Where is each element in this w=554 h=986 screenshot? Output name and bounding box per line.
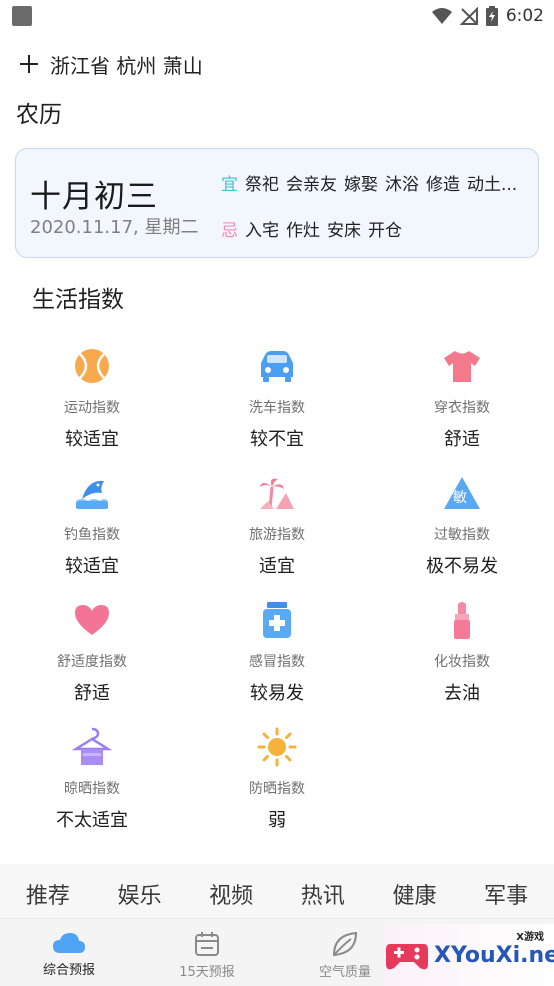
watermark-brand: XYouXi.net bbox=[434, 942, 554, 968]
nav-label: 空气质量 bbox=[318, 965, 371, 980]
nav-item-15day[interactable]: 15天预报 bbox=[138, 919, 276, 986]
no-signal-icon bbox=[459, 7, 478, 25]
life-index-name: 洗车指数 bbox=[249, 400, 305, 416]
allergy-icon-text: 敏 bbox=[453, 490, 467, 506]
add-city-icon[interactable] bbox=[18, 53, 40, 75]
life-index-name: 舒适度指数 bbox=[57, 654, 127, 670]
nav-label: 15天预报 bbox=[179, 965, 235, 980]
yi-item: 动土... bbox=[467, 175, 518, 195]
yi-item: 沐浴 bbox=[385, 175, 419, 195]
wifi-icon bbox=[431, 8, 452, 24]
location-label: 浙江省 杭州 萧山 bbox=[50, 53, 203, 78]
life-index-value: 舒适 bbox=[444, 429, 480, 450]
medicine-bottle-icon bbox=[257, 600, 297, 640]
life-index-title: 生活指数 bbox=[32, 287, 124, 313]
calendar-icon bbox=[195, 932, 219, 956]
life-index-dressing[interactable]: 穿衣指数 舒适 bbox=[370, 346, 554, 451]
life-index-value: 去油 bbox=[444, 683, 480, 704]
news-tab-bar: 推荐 娱乐 视频 热讯 健康 军事 bbox=[0, 864, 554, 924]
life-index-sport[interactable]: 运动指数 较适宜 bbox=[0, 346, 184, 451]
life-index-value: 弱 bbox=[268, 810, 286, 831]
life-index-value: 适宜 bbox=[259, 556, 295, 577]
news-tab[interactable]: 军事 bbox=[462, 878, 550, 910]
life-index-allergy[interactable]: 敏 过敏指数 极不易发 bbox=[370, 473, 554, 578]
palm-tree-icon bbox=[257, 473, 297, 513]
watermark: XYouXi.net X游戏 bbox=[384, 924, 554, 986]
yi-tag: 宜 bbox=[221, 175, 238, 195]
life-index-makeup[interactable]: 化妆指数 去油 bbox=[370, 600, 554, 705]
heart-icon bbox=[72, 600, 112, 640]
yi-item: 会亲友 bbox=[286, 175, 337, 195]
life-index-carwash[interactable]: 洗车指数 较不宜 bbox=[185, 346, 369, 451]
life-index-name: 感冒指数 bbox=[249, 654, 305, 670]
status-time: 6:02 bbox=[505, 6, 544, 26]
ji-item: 入宅 bbox=[245, 221, 279, 241]
yi-row: 宜 祭祀 会亲友 嫁娶 沐浴 修造 动土... bbox=[221, 170, 531, 195]
life-index-value: 较易发 bbox=[250, 683, 304, 704]
life-index-value: 较适宜 bbox=[65, 556, 119, 577]
cloud-icon bbox=[53, 933, 85, 953]
life-index-name: 运动指数 bbox=[64, 400, 120, 416]
yi-item: 修造 bbox=[426, 175, 460, 195]
tshirt-icon bbox=[442, 346, 482, 386]
news-tab[interactable]: 视频 bbox=[187, 878, 275, 910]
life-index-value: 较不宜 bbox=[250, 429, 304, 450]
life-index-comfort[interactable]: 舒适度指数 舒适 bbox=[0, 600, 184, 705]
life-index-name: 防晒指数 bbox=[249, 781, 305, 797]
clothes-hanger-icon bbox=[72, 727, 112, 767]
allergy-icon: 敏 bbox=[442, 473, 482, 513]
life-index-name: 过敏指数 bbox=[434, 527, 490, 543]
life-index-name: 旅游指数 bbox=[249, 527, 305, 543]
ji-item: 安床 bbox=[327, 221, 361, 241]
life-index-cold[interactable]: 感冒指数 较易发 bbox=[185, 600, 369, 705]
almanac-card[interactable]: 十月初三 2020.11.17, 星期二 宜 祭祀 会亲友 嫁娶 沐浴 修造 动… bbox=[15, 148, 539, 258]
news-tab[interactable]: 健康 bbox=[370, 878, 458, 910]
lipstick-icon bbox=[442, 600, 482, 640]
fish-icon bbox=[72, 473, 112, 513]
news-tab[interactable]: 热讯 bbox=[279, 878, 367, 910]
yi-item: 嫁娶 bbox=[344, 175, 378, 195]
life-index-value: 不太适宜 bbox=[56, 810, 128, 831]
life-index-value: 极不易发 bbox=[426, 556, 498, 577]
nav-label: 综合预报 bbox=[42, 963, 95, 978]
life-index-drying[interactable]: 晾晒指数 不太适宜 bbox=[0, 727, 184, 832]
ji-item: 开仓 bbox=[368, 221, 402, 241]
sun-icon bbox=[257, 727, 297, 767]
solar-date: 2020.11.17, 星期二 bbox=[30, 217, 199, 238]
location-row[interactable]: 浙江省 杭州 萧山 bbox=[0, 32, 554, 96]
news-tab[interactable]: 推荐 bbox=[4, 878, 92, 910]
life-index-sunscreen[interactable]: 防晒指数 弱 bbox=[185, 727, 369, 832]
car-icon bbox=[257, 346, 297, 386]
tennis-ball-icon bbox=[72, 346, 112, 386]
yi-item: 祭祀 bbox=[245, 175, 279, 195]
ji-row: 忌 入宅 作灶 安床 开仓 bbox=[221, 216, 402, 241]
ji-tag: 忌 bbox=[221, 221, 238, 241]
life-index-name: 化妆指数 bbox=[434, 654, 490, 670]
lunar-date: 十月初三 bbox=[30, 179, 158, 215]
life-index-value: 较适宜 bbox=[65, 429, 119, 450]
nav-item-overview[interactable]: 综合预报 bbox=[0, 919, 138, 986]
life-index-fishing[interactable]: 钓鱼指数 较适宜 bbox=[0, 473, 184, 578]
leaf-icon bbox=[332, 931, 358, 957]
life-index-name: 穿衣指数 bbox=[434, 400, 490, 416]
status-bar: 6:02 bbox=[0, 0, 554, 32]
life-index-name: 钓鱼指数 bbox=[64, 527, 120, 543]
watermark-sub: X游戏 bbox=[516, 932, 544, 943]
life-index-name: 晾晒指数 bbox=[64, 781, 120, 797]
status-icons: 6:02 bbox=[431, 6, 544, 26]
notification-icon bbox=[12, 6, 32, 26]
lunar-section-title: 农历 bbox=[16, 102, 62, 128]
battery-icon bbox=[485, 6, 498, 26]
life-index-travel[interactable]: 旅游指数 适宜 bbox=[185, 473, 369, 578]
life-index-value: 舒适 bbox=[74, 683, 110, 704]
ji-item: 作灶 bbox=[286, 221, 320, 241]
news-tab[interactable]: 娱乐 bbox=[95, 878, 183, 910]
watermark-logo-icon bbox=[384, 932, 430, 978]
